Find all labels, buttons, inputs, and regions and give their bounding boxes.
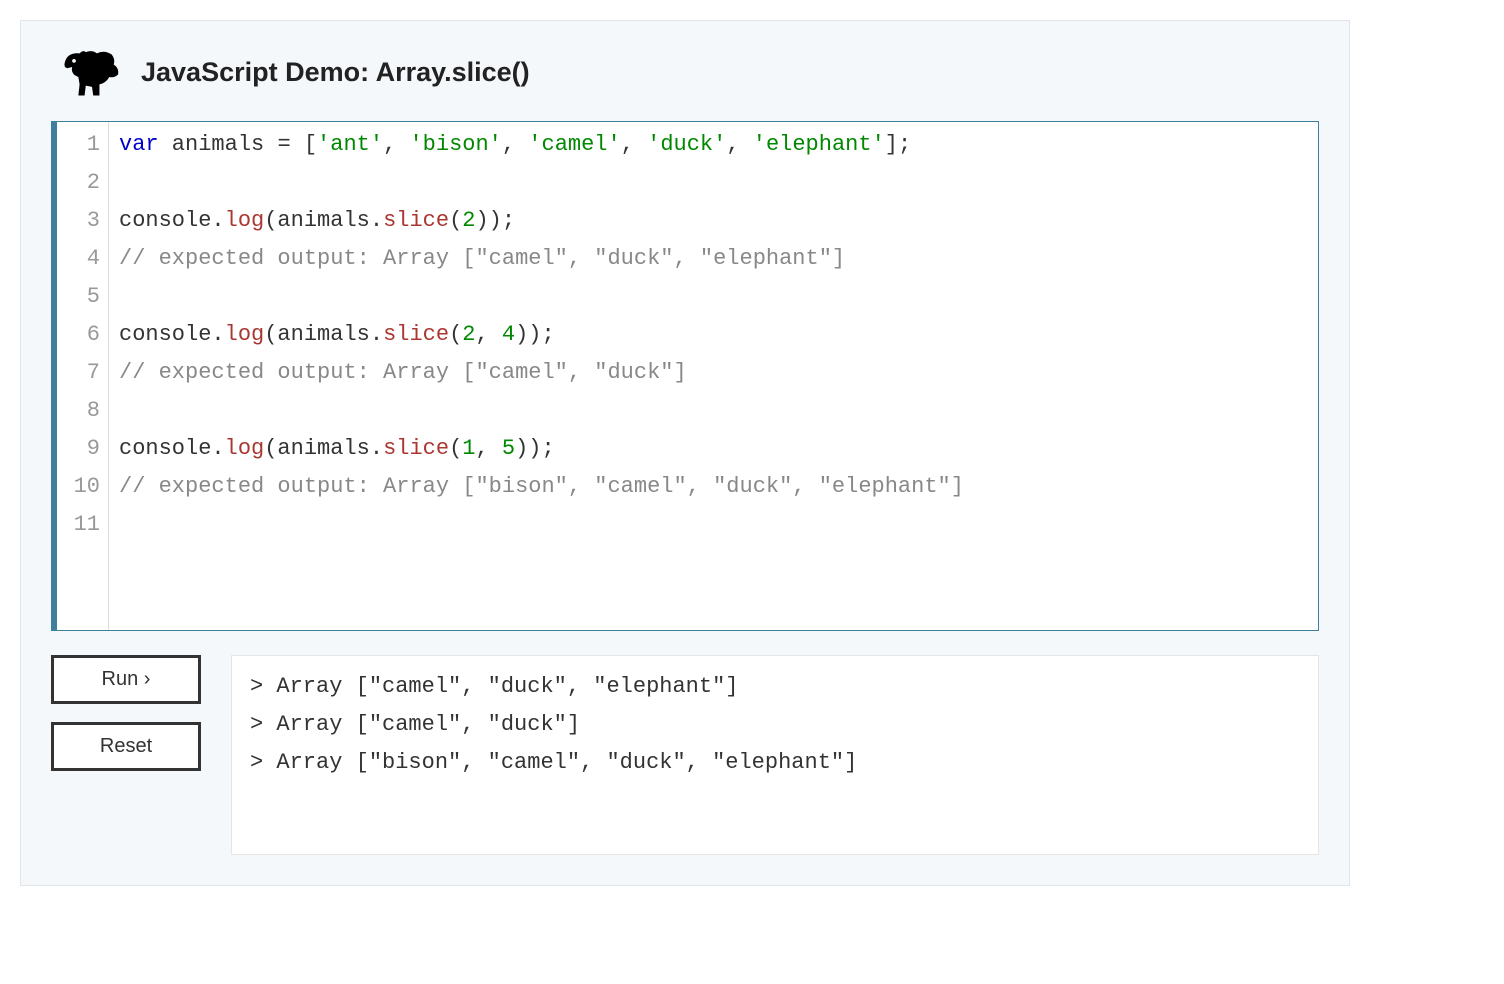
line-number: 3 [71,202,100,240]
code-area[interactable]: var animals = ['ant', 'bison', 'camel', … [109,122,1318,630]
header: JavaScript Demo: Array.slice() [51,41,1319,103]
line-number: 10 [71,468,100,506]
code-line [119,278,1308,316]
code-line [119,164,1308,202]
controls-row: Run › Reset > Array ["camel", "duck", "e… [51,655,1319,855]
line-number: 9 [71,430,100,468]
code-line [119,392,1308,430]
code-line: console.log(animals.slice(2)); [119,202,1308,240]
line-number: 4 [71,240,100,278]
line-number: 7 [71,354,100,392]
line-number: 8 [71,392,100,430]
code-editor[interactable]: 1234567891011 var animals = ['ant', 'bis… [51,121,1319,631]
console-line: > Array ["bison", "camel", "duck", "elep… [250,744,1300,782]
line-number: 5 [71,278,100,316]
code-line: // expected output: Array ["camel", "duc… [119,354,1308,392]
demo-container: JavaScript Demo: Array.slice() 123456789… [20,20,1350,886]
code-line: console.log(animals.slice(2, 4)); [119,316,1308,354]
console-line: > Array ["camel", "duck"] [250,706,1300,744]
dino-logo-icon [61,41,123,103]
code-line: // expected output: Array ["camel", "duc… [119,240,1308,278]
reset-button[interactable]: Reset [51,722,201,771]
line-number: 11 [71,506,100,544]
console-output: > Array ["camel", "duck", "elephant"]> A… [231,655,1319,855]
line-number: 2 [71,164,100,202]
buttons-column: Run › Reset [51,655,201,771]
code-line: // expected output: Array ["bison", "cam… [119,468,1308,506]
code-line [119,506,1308,544]
run-button[interactable]: Run › [51,655,201,704]
line-number: 1 [71,126,100,164]
code-line: console.log(animals.slice(1, 5)); [119,430,1308,468]
line-gutter: 1234567891011 [57,122,109,630]
code-line: var animals = ['ant', 'bison', 'camel', … [119,126,1308,164]
line-number: 6 [71,316,100,354]
demo-title: JavaScript Demo: Array.slice() [141,57,530,88]
console-line: > Array ["camel", "duck", "elephant"] [250,668,1300,706]
